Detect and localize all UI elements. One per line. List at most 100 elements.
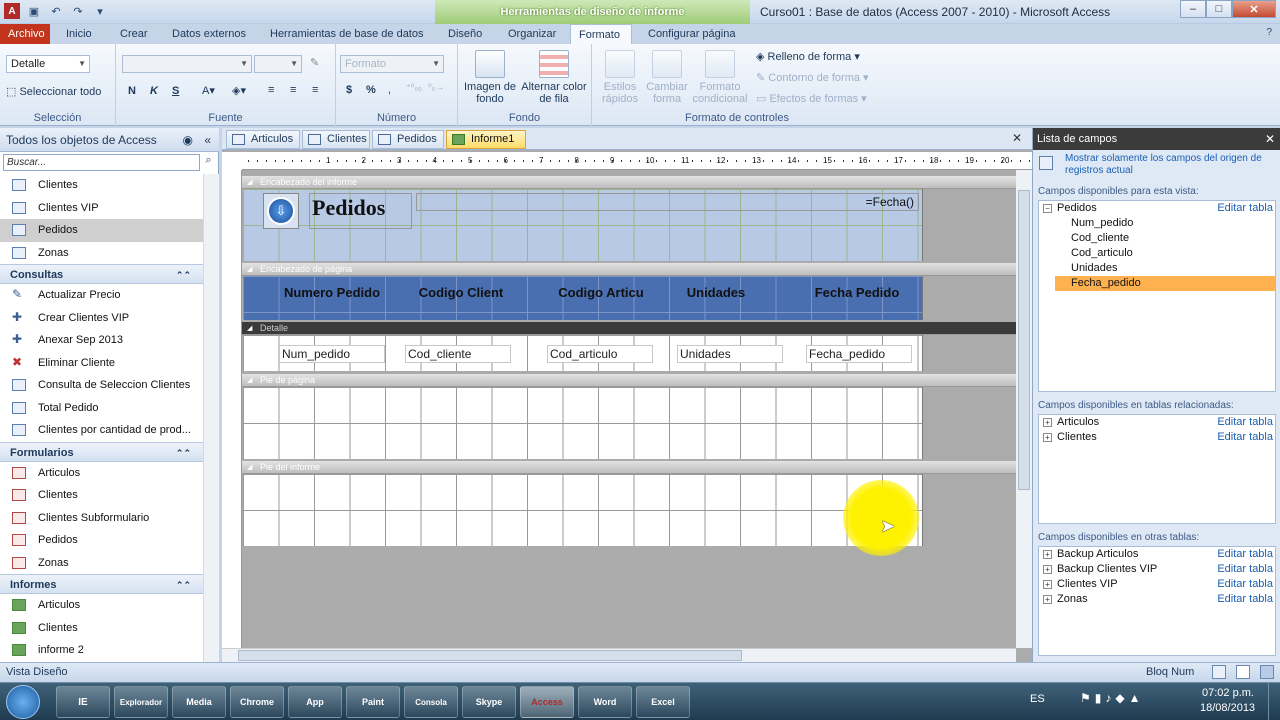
other-table-zonas[interactable]: + Zonas Editar tabla <box>1039 592 1275 607</box>
print-preview-icon[interactable] <box>1236 665 1250 679</box>
header-label-fecha-pedido[interactable]: Fecha Pedido <box>807 284 907 302</box>
font-name-dropdown[interactable]: ▼ <box>122 55 252 73</box>
table-node-pedidos[interactable]: − Pedidos Editar tabla <box>1039 201 1275 216</box>
nav-report-clientes[interactable]: Clientes <box>0 617 203 640</box>
scroll-thumb[interactable] <box>1018 190 1030 490</box>
edit-table-link[interactable]: Editar tabla <box>1217 547 1273 562</box>
field-item-num-pedido[interactable]: Num_pedido <box>1039 216 1275 231</box>
field-item-cod-cliente[interactable]: Cod_cliente <box>1039 231 1275 246</box>
section-page-footer[interactable]: Pie de página <box>242 374 1016 387</box>
header-label-unidades[interactable]: Unidades <box>685 284 747 302</box>
nav-table-clientes-vip[interactable]: Clientes VIP <box>0 197 203 220</box>
close-icon[interactable]: ✕ <box>1265 128 1275 150</box>
nav-query-clientes-por-cantidad[interactable]: Clientes por cantidad de prod... <box>0 419 203 442</box>
nav-form-clientes-subformulario[interactable]: Clientes Subformulario <box>0 507 203 530</box>
tab-diseno[interactable]: Diseño <box>440 24 490 44</box>
collapse-pane-icon[interactable]: « <box>204 128 211 152</box>
search-icon[interactable]: ⌕ <box>201 154 216 171</box>
report-logo[interactable]: ⇩ <box>263 193 299 229</box>
edit-table-link[interactable]: Editar tabla <box>1217 415 1273 430</box>
nav-form-pedidos[interactable]: Pedidos <box>0 529 203 552</box>
nav-table-pedidos[interactable]: Pedidos <box>0 219 203 242</box>
taskbar-ie[interactable]: IE <box>56 686 110 718</box>
edit-table-link[interactable]: Editar tabla <box>1217 592 1273 607</box>
other-table-backup-clientes-vip[interactable]: + Backup Clientes VIP Editar tabla <box>1039 562 1275 577</box>
shape-fill-button[interactable]: ◈ Relleno de forma ▾ <box>756 50 860 63</box>
object-select-dropdown[interactable]: Detalle ▼ <box>6 55 90 73</box>
tab-organizar[interactable]: Organizar <box>500 24 564 44</box>
language-indicator[interactable]: ES <box>1030 693 1045 705</box>
design-horizontal-scrollbar[interactable] <box>222 648 1016 662</box>
shape-outline-button[interactable]: ✎ Contorno de forma ▾ <box>756 71 869 84</box>
other-table-clientes-vip[interactable]: + Clientes VIP Editar tabla <box>1039 577 1275 592</box>
customize-qat-icon[interactable]: ▾ <box>92 3 108 19</box>
field-item-unidades[interactable]: Unidades <box>1039 261 1275 276</box>
field-item-cod-articulo[interactable]: Cod_articulo <box>1039 246 1275 261</box>
edit-table-link[interactable]: Editar tabla <box>1217 562 1273 577</box>
date-expression-control[interactable]: =Fecha() <box>416 193 919 211</box>
nav-group-consultas[interactable]: Consultas ⌃⌃ <box>0 264 203 284</box>
nav-table-zonas[interactable]: Zonas <box>0 242 203 265</box>
section-report-footer[interactable]: Pie del informe <box>242 461 1016 474</box>
field-fecha-pedido[interactable]: Fecha_pedido <box>806 345 912 363</box>
close-document-icon[interactable]: ✕ <box>1012 131 1022 145</box>
help-icon[interactable]: ? <box>1266 27 1272 38</box>
show-only-current-source-link[interactable]: Mostrar solamente los campos del origen … <box>1065 153 1275 177</box>
nav-query-eliminar-cliente[interactable]: ✖ Eliminar Cliente <box>0 352 203 375</box>
nav-scrollbar[interactable] <box>203 174 219 662</box>
show-desktop-button[interactable] <box>1268 683 1280 720</box>
taskbar-explorer[interactable]: Explorador <box>114 686 168 718</box>
increase-decimals-icon[interactable]: ⁺⁰₀₀ <box>406 82 422 93</box>
nav-query-total-pedido[interactable]: Total Pedido <box>0 397 203 420</box>
clock-time[interactable]: 07:02 p.m. <box>1202 687 1254 699</box>
shape-effects-button[interactable]: ▭ Efectos de formas ▾ <box>756 92 867 105</box>
format-painter-icon[interactable]: ✎ <box>310 56 319 69</box>
nav-table-clientes[interactable]: Clientes <box>0 174 203 197</box>
nav-report-informe-2[interactable]: informe 2 <box>0 639 203 662</box>
nav-form-clientes[interactable]: Clientes <box>0 484 203 507</box>
taskbar-skype[interactable]: Skype <box>462 686 516 718</box>
nav-query-anexar[interactable]: ✚ Anexar Sep 2013 <box>0 329 203 352</box>
start-button[interactable] <box>6 685 40 719</box>
save-icon[interactable]: ▣ <box>26 3 42 19</box>
taskbar-chrome[interactable]: Chrome <box>230 686 284 718</box>
conditional-format-button[interactable]: Formato condicional <box>690 50 750 105</box>
tab-configurar-pagina[interactable]: Configurar página <box>640 24 743 44</box>
change-shape-button[interactable]: Cambiar forma <box>644 50 690 105</box>
font-size-dropdown[interactable]: ▼ <box>254 55 302 73</box>
tray-icons[interactable]: ⚑▮♪◆▲ <box>1080 691 1144 705</box>
nav-query-consulta-seleccion[interactable]: Consulta de Seleccion Clientes <box>0 374 203 397</box>
nav-search-input[interactable]: Buscar... <box>3 154 200 171</box>
tab-datos-externos[interactable]: Datos externos <box>164 24 254 44</box>
alternate-row-color-button[interactable]: Alternar color de fila <box>520 50 588 105</box>
fill-color-icon[interactable]: ◈▾ <box>232 84 246 97</box>
edit-table-link[interactable]: Editar tabla <box>1217 201 1273 216</box>
number-format-dropdown[interactable]: Formato ▼ <box>340 55 444 73</box>
italic-button[interactable]: K <box>150 85 158 97</box>
select-all-button[interactable]: ⬚ Seleccionar todo <box>6 85 101 98</box>
taskbar-word[interactable]: Word <box>578 686 632 718</box>
align-center-icon[interactable]: ≡ <box>290 84 296 96</box>
tab-archivo[interactable]: Archivo <box>0 24 50 44</box>
tab-inicio[interactable]: Inicio <box>58 24 100 44</box>
undo-icon[interactable]: ↶ <box>48 3 64 19</box>
field-num-pedido[interactable]: Num_pedido <box>279 345 385 363</box>
design-view-icon[interactable] <box>1260 665 1274 679</box>
nav-group-informes[interactable]: Informes ⌃⌃ <box>0 574 203 594</box>
tab-crear[interactable]: Crear <box>112 24 156 44</box>
edit-table-link[interactable]: Editar tabla <box>1217 577 1273 592</box>
doc-tab-articulos[interactable]: Articulos <box>226 130 300 149</box>
nav-query-actualizar-precio[interactable]: ✎ Actualizar Precio <box>0 284 203 307</box>
close-button[interactable]: ✕ <box>1232 0 1276 18</box>
design-vertical-scrollbar[interactable] <box>1016 170 1032 648</box>
taskbar-access[interactable]: Access <box>520 686 574 718</box>
header-label-numero-pedido[interactable]: Numero Pedido <box>279 284 385 302</box>
taskbar-app[interactable]: App <box>288 686 342 718</box>
other-table-backup-articulos[interactable]: + Backup Articulos Editar tabla <box>1039 547 1275 562</box>
section-report-header[interactable]: Encabezado del informe <box>242 176 1016 189</box>
percent-button[interactable]: % <box>366 84 376 96</box>
field-cod-articulo[interactable]: Cod_articulo <box>547 345 653 363</box>
taskbar-console[interactable]: Consola <box>404 686 458 718</box>
nav-menu-icon[interactable]: ◉ <box>183 128 193 152</box>
doc-tab-clientes[interactable]: Clientes <box>302 130 370 149</box>
